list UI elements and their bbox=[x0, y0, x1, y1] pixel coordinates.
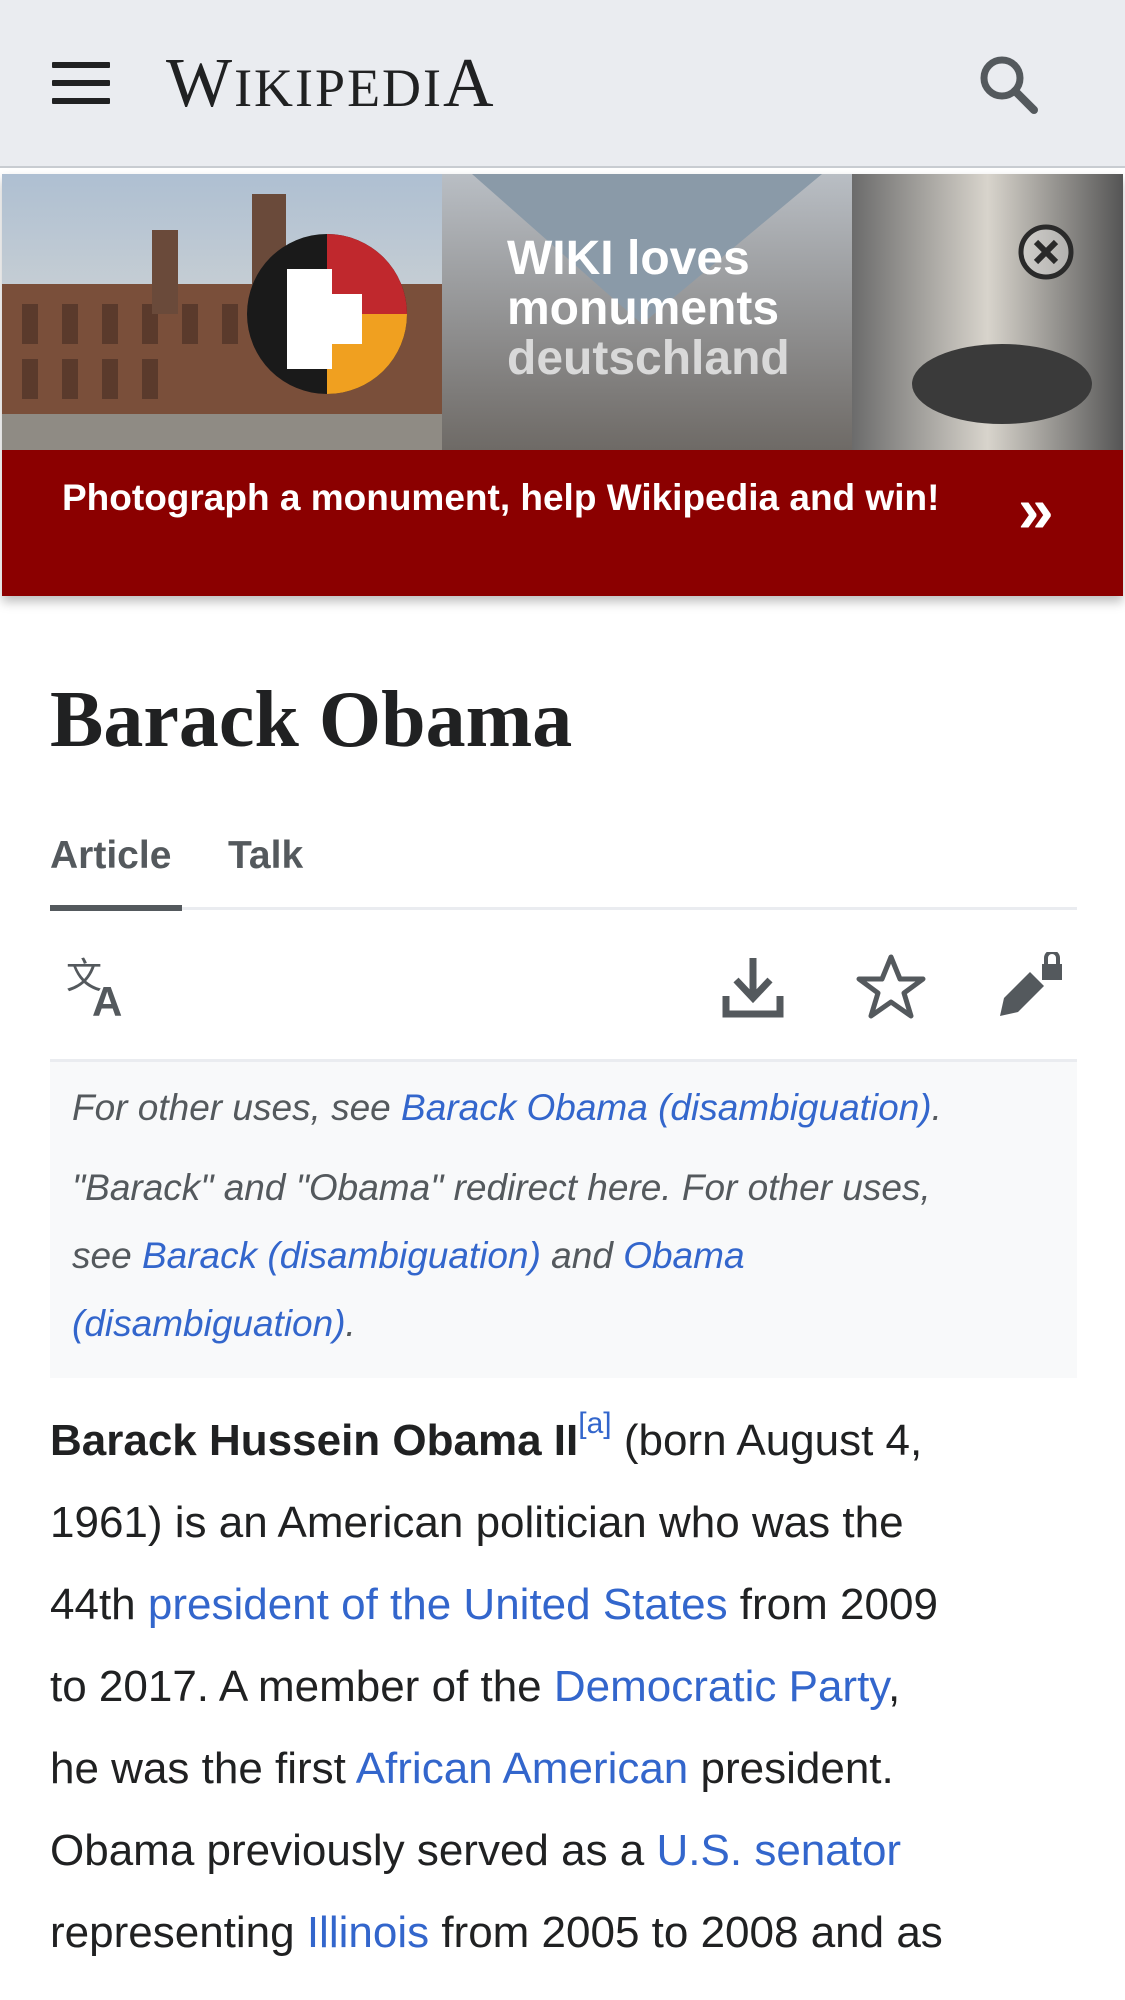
article-text: to 2017. A member of the bbox=[50, 1662, 554, 1711]
article-text: (born August 4, bbox=[611, 1416, 923, 1465]
link-democratic-party[interactable]: Democratic Party bbox=[554, 1662, 888, 1711]
link-barack-disambiguation[interactable]: Barack (disambiguation) bbox=[142, 1235, 541, 1276]
article-line: 44th president of the United States from… bbox=[50, 1564, 1090, 1646]
article-text: from 2005 to 2008 and as bbox=[429, 1908, 943, 1957]
hatnote-line: "Barack" and "Obama" redirect here. For … bbox=[72, 1167, 931, 1208]
edit-lock-icon[interactable] bbox=[994, 950, 1064, 1022]
article-line: Barack Hussein Obama II[a] (born August … bbox=[50, 1400, 1090, 1487]
link-african-american[interactable]: African American bbox=[356, 1744, 689, 1793]
wordmark-a: A bbox=[443, 45, 496, 122]
article-text: 44th bbox=[50, 1580, 148, 1629]
article-text: representing bbox=[50, 1908, 307, 1957]
banner-image[interactable]: WIKI loves monuments deutschland bbox=[2, 174, 1123, 450]
footnote-a[interactable]: [a] bbox=[578, 1407, 611, 1440]
wordmark-w: W bbox=[166, 45, 235, 122]
close-icon[interactable] bbox=[1016, 222, 1076, 282]
article-text: Obama previously served as a bbox=[50, 1826, 657, 1875]
wordmark-middle: IKIPEDI bbox=[234, 58, 444, 118]
hatnote-text: and bbox=[540, 1235, 624, 1276]
banner-arrow-icon[interactable]: » bbox=[1018, 478, 1074, 542]
search-icon[interactable] bbox=[976, 52, 1040, 116]
star-icon[interactable] bbox=[856, 952, 926, 1022]
page-title: Barack Obama bbox=[50, 676, 573, 764]
page-tabs: Article Talk bbox=[50, 820, 1077, 911]
article-text: president. bbox=[688, 1744, 894, 1793]
hatnote-line: For other uses, see Barack Obama (disamb… bbox=[72, 1074, 942, 1142]
link-illinois[interactable]: Illinois bbox=[307, 1908, 429, 1957]
article-line: 1961) is an American politician who was … bbox=[50, 1498, 904, 1547]
menu-bar bbox=[52, 80, 110, 86]
article-text: , bbox=[888, 1662, 901, 1711]
page-actions: 文 A bbox=[50, 910, 1077, 1062]
article-line: he was the first African American presid… bbox=[50, 1728, 1090, 1810]
banner-cta[interactable] bbox=[2, 450, 1123, 596]
article-text: from 2009 bbox=[727, 1580, 938, 1629]
language-icon[interactable]: 文 A bbox=[64, 952, 134, 1025]
menu-bar bbox=[52, 98, 110, 104]
banner-caption-2: monuments bbox=[507, 282, 779, 335]
link-obama-name-disambiguation-cont[interactable]: (disambiguation) bbox=[72, 1303, 346, 1344]
article-text: he was the first bbox=[50, 1744, 356, 1793]
link-us-senator[interactable]: U.S. senator bbox=[657, 1826, 902, 1875]
hatnote-line: see Barack (disambiguation) and Obama bbox=[72, 1222, 745, 1290]
svg-text:A: A bbox=[92, 978, 122, 1022]
hatnote-text: see bbox=[72, 1235, 142, 1276]
article-line: Obama previously served as a U.S. senato… bbox=[50, 1810, 1090, 1892]
tab-article[interactable]: Article bbox=[50, 820, 182, 911]
hatnote-text: For other uses, see bbox=[72, 1087, 402, 1128]
menu-bar bbox=[52, 62, 110, 68]
article-line: to 2017. A member of the Democratic Part… bbox=[50, 1646, 1090, 1728]
download-icon[interactable] bbox=[718, 952, 788, 1022]
hatnote-text: . bbox=[931, 1087, 942, 1128]
banner-cta-text[interactable]: Photograph a monument, help Wikipedia an… bbox=[62, 476, 962, 520]
hatnote: For other uses, see Barack Obama (disamb… bbox=[50, 1062, 1077, 1378]
tab-talk[interactable]: Talk bbox=[228, 820, 303, 910]
banner-caption-3: deutschland bbox=[507, 332, 790, 385]
menu-icon[interactable] bbox=[52, 60, 110, 108]
wikipedia-wordmark[interactable]: WIKIPEDIA bbox=[166, 44, 496, 124]
article-subject: Barack Hussein Obama II bbox=[50, 1416, 579, 1465]
article-line: representing Illinois from 2005 to 2008 … bbox=[50, 1892, 1090, 1974]
link-president-us[interactable]: president of the United States bbox=[148, 1580, 728, 1629]
banner-caption-1: WIKI loves bbox=[507, 232, 750, 285]
hatnote-text: . bbox=[345, 1303, 356, 1344]
link-obama-disambiguation[interactable]: Barack Obama (disambiguation) bbox=[401, 1087, 932, 1128]
link-obama-name-disambiguation[interactable]: Obama bbox=[623, 1235, 744, 1276]
header: WIKIPEDIA bbox=[0, 0, 1125, 168]
hatnote-line: (disambiguation). bbox=[72, 1290, 356, 1358]
